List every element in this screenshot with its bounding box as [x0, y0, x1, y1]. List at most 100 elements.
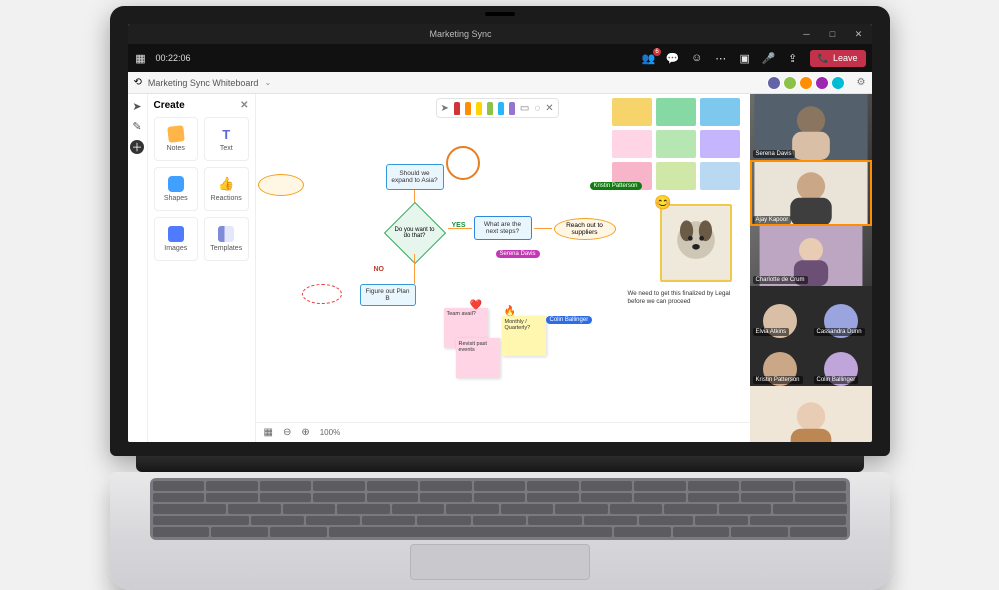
- pen-red[interactable]: [454, 102, 460, 115]
- sticky-note[interactable]: Revisit past events: [456, 338, 500, 378]
- swatch[interactable]: [656, 162, 696, 190]
- presence-avatar[interactable]: [831, 76, 845, 90]
- pointer-icon[interactable]: ➤: [441, 103, 449, 114]
- share-icon[interactable]: ⇪: [786, 51, 800, 65]
- fire-reaction-icon[interactable]: 🔥: [504, 306, 516, 317]
- smile-reaction-icon[interactable]: 😊: [654, 194, 671, 211]
- flow-box-suppliers[interactable]: Reach out to suppliers: [554, 218, 616, 240]
- flow-decision[interactable]: Do you want to do that?: [384, 210, 446, 256]
- participant-tile[interactable]: Charlotte de Crum: [750, 226, 872, 286]
- hangup-icon: 📞: [818, 53, 829, 64]
- window-minimize[interactable]: ─: [794, 29, 820, 40]
- swatch[interactable]: [656, 130, 696, 158]
- participant-tile[interactable]: [750, 386, 872, 442]
- window-maximize[interactable]: □: [820, 29, 846, 40]
- more-icon[interactable]: ⋯: [714, 51, 728, 65]
- close-icon[interactable]: ✕: [240, 100, 248, 111]
- leave-button[interactable]: 📞 Leave: [810, 50, 866, 67]
- create-item-label: Images: [164, 245, 187, 252]
- meeting-timer: 00:22:06: [156, 53, 191, 63]
- participant-name: Ajay Kapoor: [753, 216, 792, 224]
- window-titlebar: Marketing Sync ─ □ ✕: [128, 24, 872, 44]
- presence-avatar[interactable]: [767, 76, 781, 90]
- pen-blue[interactable]: [498, 102, 504, 115]
- canvas-text-note[interactable]: We need to get this finalized by Legal b…: [628, 290, 734, 306]
- flow-box-next[interactable]: What are the next steps?: [474, 216, 532, 240]
- flow-connector[interactable]: [446, 146, 480, 180]
- participants-count-badge: 6: [653, 48, 660, 56]
- create-item-label: Text: [220, 145, 233, 152]
- pen-green[interactable]: [487, 102, 493, 115]
- zoom-value: 100%: [320, 428, 340, 437]
- participant-tile[interactable]: Ajay Kapoor: [750, 160, 872, 226]
- participant-name: Serena Davis: [753, 150, 795, 158]
- toolbar-close-icon[interactable]: ✕: [545, 103, 553, 114]
- flow-start[interactable]: [258, 174, 304, 196]
- sticky-note[interactable]: Monthly / Quarterly?: [502, 316, 546, 356]
- whiteboard-canvas[interactable]: ➤ ▭ ◌ ✕: [256, 94, 750, 442]
- create-item-notes[interactable]: Notes: [154, 117, 199, 161]
- pen-orange[interactable]: [465, 102, 471, 115]
- zoom-in-icon[interactable]: ⊕: [301, 427, 309, 438]
- participant-name: Kristin Patterson: [753, 376, 803, 384]
- pen-violet[interactable]: [509, 102, 515, 115]
- chevron-down-icon[interactable]: ⌄: [264, 78, 271, 87]
- whiteboard-toolbar: ⟲ Marketing Sync Whiteboard ⌄ ⚙: [128, 72, 872, 94]
- pen-toolbar[interactable]: ➤ ▭ ◌ ✕: [436, 98, 559, 118]
- flow-arrow: [534, 228, 552, 229]
- meeting-header: ▦ 00:22:06 👥6 💬 ☺ ⋯ ▣ 🎤 ⇪ 📞 Leave: [128, 44, 872, 72]
- cursor-tool-icon[interactable]: ➤: [131, 100, 143, 112]
- presence-stack[interactable]: [767, 76, 845, 90]
- zoom-out-icon[interactable]: ⊖: [283, 427, 291, 438]
- reactions-icon[interactable]: ☺: [690, 51, 704, 65]
- mic-icon[interactable]: 🎤: [762, 51, 776, 65]
- inserted-image[interactable]: [660, 204, 732, 282]
- shapes-icon: [168, 176, 184, 192]
- create-item-images[interactable]: Images: [154, 217, 199, 261]
- presence-avatar[interactable]: [783, 76, 797, 90]
- camera-icon[interactable]: ▣: [738, 51, 752, 65]
- participant-tile[interactable]: Serena Davis: [750, 94, 872, 160]
- gallery-grid-icon[interactable]: ▦: [134, 51, 148, 65]
- pen-tool-icon[interactable]: ✎: [131, 120, 143, 132]
- swatch[interactable]: [656, 98, 696, 126]
- back-icon[interactable]: ⟲: [134, 77, 142, 88]
- swatch[interactable]: [700, 162, 740, 190]
- swatch[interactable]: [612, 98, 652, 126]
- map-icon[interactable]: ▦: [264, 427, 273, 438]
- whiteboard-title: Marketing Sync Whiteboard: [148, 78, 259, 88]
- add-tool-icon[interactable]: ＋: [130, 140, 144, 154]
- participants-icon[interactable]: 👥6: [642, 51, 656, 65]
- presence-avatar[interactable]: [815, 76, 829, 90]
- chat-icon[interactable]: 💬: [666, 51, 680, 65]
- note-palette[interactable]: [612, 98, 740, 190]
- create-item-reactions[interactable]: 👍 Reactions: [204, 167, 249, 211]
- highlighter-icon[interactable]: ▭: [520, 103, 529, 114]
- flow-box-expand[interactable]: Should we expand to Asia?: [386, 164, 444, 190]
- participant-name: Elvia Atkins: [753, 328, 790, 336]
- tool-rail: ➤ ✎ ＋: [128, 94, 148, 442]
- participant-tile-pair[interactable]: Elvia Atkins Cassandra Dunn: [750, 286, 872, 338]
- remote-cursor: Serena Davis: [496, 250, 540, 258]
- pen-yellow[interactable]: [476, 102, 482, 115]
- flow-nothanks-scribble[interactable]: [302, 284, 342, 304]
- swatch[interactable]: [700, 130, 740, 158]
- heart-reaction-icon[interactable]: ❤️: [470, 300, 482, 311]
- participant-name: Cassandra Dunn: [814, 328, 865, 336]
- templates-icon: [218, 226, 234, 242]
- flow-box-planb[interactable]: Figure out Plan B: [360, 284, 416, 306]
- swatch[interactable]: [700, 98, 740, 126]
- swatch[interactable]: [612, 130, 652, 158]
- participant-tile-pair[interactable]: Kristin Patterson Colin Ballinger: [750, 338, 872, 386]
- create-item-shapes[interactable]: Shapes: [154, 167, 199, 211]
- participant-name: Charlotte de Crum: [753, 276, 808, 284]
- eraser-icon[interactable]: ◌: [534, 103, 540, 114]
- leave-label: Leave: [833, 53, 858, 63]
- create-item-text[interactable]: T Text: [204, 117, 249, 161]
- settings-icon[interactable]: ⚙: [857, 77, 866, 88]
- presence-avatar[interactable]: [799, 76, 813, 90]
- create-item-templates[interactable]: Templates: [204, 217, 249, 261]
- participant-name: Colin Ballinger: [814, 376, 859, 384]
- window-close[interactable]: ✕: [846, 29, 872, 40]
- create-item-label: Notes: [167, 145, 185, 152]
